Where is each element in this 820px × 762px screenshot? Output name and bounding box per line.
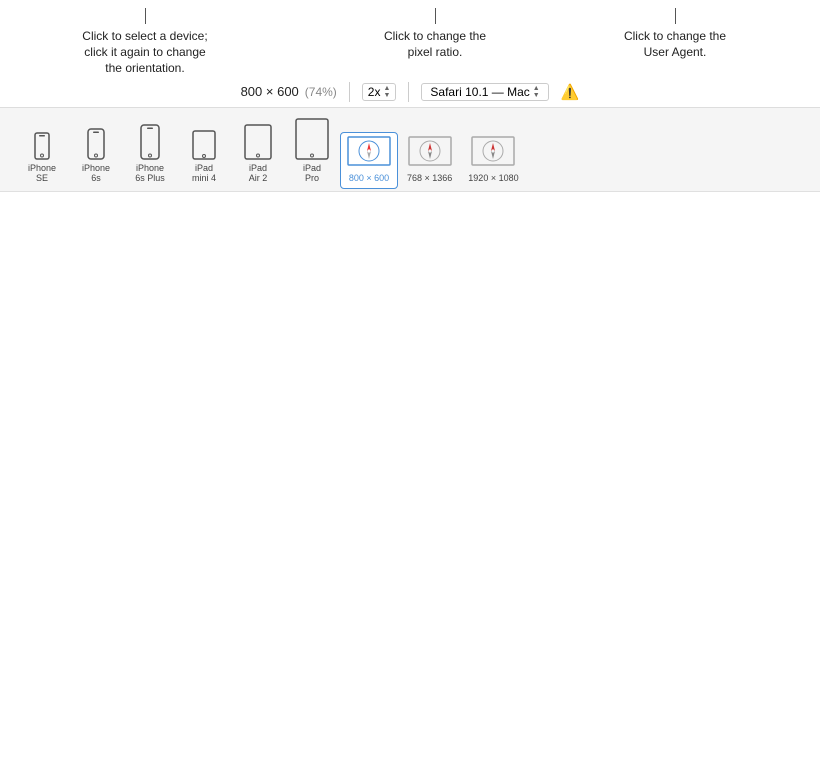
toolbar-divider-2: [408, 82, 409, 102]
resolution-percent: (74%): [305, 85, 337, 99]
resolution-display: 800 × 600: [241, 84, 299, 99]
iphone-se-icon: [34, 132, 50, 160]
tooltip-pixel-ratio-text: Click to change the pixel ratio.: [370, 28, 500, 60]
iphone-6s-label: iPhone6s: [82, 163, 110, 185]
toolbar-divider-1: [349, 82, 350, 102]
desktop-1920x1080-icon: [471, 136, 515, 170]
iphone-6s-plus-label: iPhone6s Plus: [135, 163, 165, 185]
desktop-768x1366-icon: [408, 136, 452, 170]
tooltip-line-1: [145, 8, 146, 24]
page-wrapper: Click to select a device; click it again…: [0, 0, 820, 762]
device-iphone-6s-plus[interactable]: iPhone6s Plus: [124, 120, 176, 190]
user-agent-value: Safari 10.1 — Mac: [430, 85, 529, 99]
ipad-air2-label: iPadAir 2: [249, 163, 268, 185]
tooltip-line-3: [675, 8, 676, 24]
desktop-800x600-label: 800 × 600: [349, 173, 389, 184]
ipad-mini4-icon: [192, 130, 216, 160]
ipad-pro-label: iPadPro: [303, 163, 321, 185]
ua-arrows: ▲▼: [533, 85, 540, 99]
device-1920x1080[interactable]: 1920 × 1080: [461, 132, 525, 189]
tooltip-line-2: [435, 8, 436, 24]
desktop-800x600-icon: [347, 136, 391, 170]
pixel-ratio-control[interactable]: 2x ▲▼: [362, 83, 397, 101]
iphone-se-label: iPhoneSE: [28, 163, 56, 185]
device-ipad-mini4[interactable]: iPadmini 4: [178, 126, 230, 190]
ipad-air2-icon: [244, 124, 272, 160]
user-agent-control[interactable]: Safari 10.1 — Mac ▲▼: [421, 83, 548, 101]
device-ipad-pro[interactable]: iPadPro: [286, 114, 338, 190]
device-iphone-6s[interactable]: iPhone6s: [70, 124, 122, 190]
toolbar: 800 × 600 (74%) 2x ▲▼ Safari 10.1 — Mac …: [0, 77, 820, 108]
pixel-ratio-arrows: ▲▼: [383, 85, 390, 99]
device-iphone-se[interactable]: iPhoneSE: [16, 128, 68, 190]
device-800x600[interactable]: 800 × 600: [340, 132, 398, 189]
device-ipad-air2[interactable]: iPadAir 2: [232, 120, 284, 190]
tooltip-user-agent-text: Click to change the User Agent.: [610, 28, 740, 60]
device-selector-bar: iPhoneSE iPhone6s iPhone6s: [0, 108, 820, 193]
iphone-6s-icon: [87, 128, 105, 160]
tooltip-device-text: Click to select a device; click it again…: [80, 28, 210, 77]
tooltip-pixel-ratio: Click to change the pixel ratio.: [370, 8, 500, 60]
ipad-mini4-label: iPadmini 4: [192, 163, 216, 185]
pixel-ratio-value: 2x: [368, 85, 381, 99]
device-768x1366[interactable]: 768 × 1366: [400, 132, 459, 189]
desktop-1920x1080-label: 1920 × 1080: [468, 173, 518, 184]
warning-icon: ⚠️: [561, 83, 580, 101]
tooltip-user-agent: Click to change the User Agent.: [610, 8, 740, 60]
iphone-6s-plus-icon: [140, 124, 160, 160]
desktop-768x1366-label: 768 × 1366: [407, 173, 452, 184]
ipad-pro-icon: [295, 118, 329, 160]
tooltip-device: Click to select a device; click it again…: [80, 8, 210, 77]
tooltip-area: Click to select a device; click it again…: [0, 0, 820, 77]
